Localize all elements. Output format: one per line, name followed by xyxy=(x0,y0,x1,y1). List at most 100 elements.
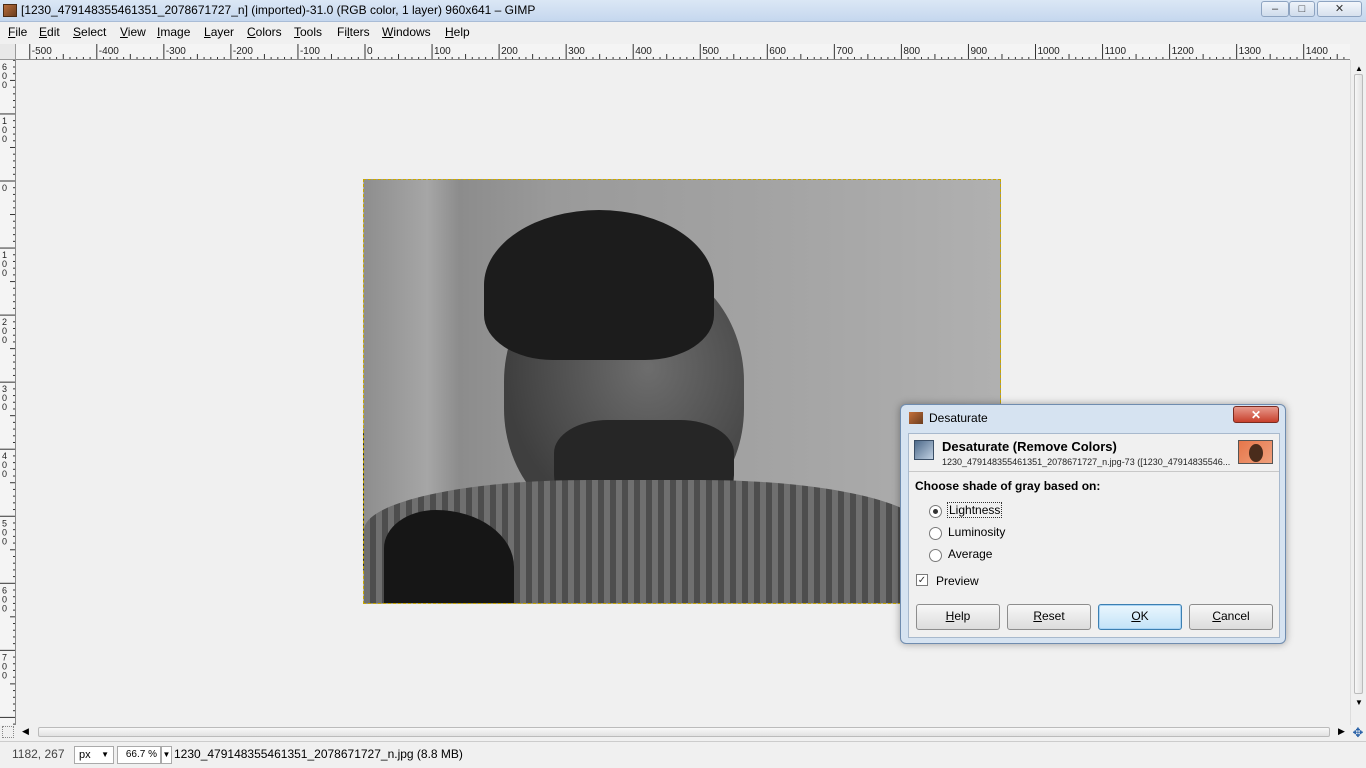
unit-select[interactable]: px ▼ xyxy=(74,746,114,764)
vertical-scrollbar[interactable]: ▲ ▼ xyxy=(1350,60,1366,725)
ruler-label: 0 xyxy=(2,603,7,613)
preview-checkbox[interactable]: ✓ xyxy=(916,574,928,586)
ruler-label: 800 xyxy=(903,46,920,57)
ruler-label: 100 xyxy=(434,46,451,57)
horizontal-ruler-ticks: -500 -400 -300 -200 -100 0 100 200 300 400 500 600 7… xyxy=(29,44,1345,59)
zoom-field[interactable]: 66.7 % xyxy=(117,746,161,764)
dialog-subheading: 1230_479148355461351_2078671727_n.jpg-73… xyxy=(942,457,1231,467)
ruler-label: 900 xyxy=(970,46,987,57)
horizontal-ruler[interactable]: -500 -400 -300 -200 -100 0 100 200 300 400 500 600 7… xyxy=(16,44,1350,60)
menu-label: iew xyxy=(127,25,146,39)
gray-shade-prompt: Choose shade of gray based on: xyxy=(915,479,1101,493)
unit-value: px xyxy=(79,749,91,761)
ok-mnemonic: O xyxy=(1131,609,1141,623)
ruler-label: -300 xyxy=(166,46,186,57)
ok-button[interactable]: OK xyxy=(1098,604,1182,630)
menu-label: mage xyxy=(160,25,191,39)
ruler-label: 1100 xyxy=(1105,46,1127,57)
cancel-label: ancel xyxy=(1220,609,1250,623)
horizontal-scroll-thumb[interactable] xyxy=(38,727,1330,737)
menu-colors[interactable]: Colors xyxy=(247,25,282,39)
menu-select[interactable]: Select xyxy=(73,25,106,39)
scroll-down-arrow-icon[interactable]: ▼ xyxy=(1355,698,1363,707)
ruler-label: 1200 xyxy=(1172,46,1195,57)
menu-mnemonic: C xyxy=(247,25,256,39)
ruler-label: 300 xyxy=(568,46,585,57)
vertical-ruler-ticks: 6001000100200300400500600700 xyxy=(0,60,15,725)
menu-layer[interactable]: Layer xyxy=(204,25,234,39)
menu-bar: File Edit Select View Image Layer Colors Tools F… xyxy=(0,22,1366,44)
menu-mnemonic: L xyxy=(204,25,211,39)
radio-lightness[interactable] xyxy=(929,505,942,518)
dialog-close-button[interactable]: ✕ xyxy=(1233,406,1279,423)
window-close-button[interactable]: ✕ xyxy=(1317,1,1362,17)
menu-label: dit xyxy=(47,25,60,39)
radio-luminosity[interactable] xyxy=(929,527,942,540)
menu-help[interactable]: Help xyxy=(445,25,470,39)
dialog-heading: Desaturate (Remove Colors) xyxy=(942,439,1117,454)
option-label: Lightness xyxy=(946,502,1003,518)
vertical-scroll-thumb[interactable] xyxy=(1354,74,1363,694)
scroll-right-arrow-icon[interactable]: ▶ xyxy=(1338,726,1345,737)
menu-mnemonic: H xyxy=(445,25,454,39)
option-label: Average xyxy=(948,547,993,561)
minimize-button[interactable]: – xyxy=(1261,1,1289,17)
ruler-label: 0 xyxy=(2,670,7,680)
menu-mnemonic: l xyxy=(347,25,350,39)
menu-file[interactable]: File xyxy=(8,25,27,39)
menu-edit[interactable]: Edit xyxy=(39,25,60,39)
help-label: elp xyxy=(954,609,971,623)
menu-mnemonic: W xyxy=(382,25,394,39)
ruler-label: 0 xyxy=(2,268,7,278)
window-title: [1230_479148355461351_2078671727_n] (imp… xyxy=(21,3,536,17)
menu-label: indows xyxy=(393,25,431,39)
vertical-ruler[interactable]: 6001000100200300400500600700 xyxy=(0,60,16,725)
scroll-left-arrow-icon[interactable]: ◀ xyxy=(22,726,29,737)
menu-label: ayer xyxy=(210,25,235,39)
ruler-label: 0 xyxy=(2,469,7,479)
ruler-label: -500 xyxy=(32,46,52,57)
photo-hair xyxy=(484,210,714,360)
help-button[interactable]: Help xyxy=(916,604,1000,630)
cancel-mnemonic: C xyxy=(1212,609,1221,623)
ruler-label: 0 xyxy=(2,183,7,193)
menu-label: ile xyxy=(15,25,28,39)
navigate-icon[interactable]: ✥ xyxy=(1351,726,1365,740)
reset-label: eset xyxy=(1041,609,1065,623)
menu-windows[interactable]: Windows xyxy=(382,25,431,39)
ruler-label: 0 xyxy=(2,536,7,546)
menu-mnemonic: V xyxy=(120,25,128,39)
menu-mnemonic: E xyxy=(39,25,48,39)
ruler-label: 400 xyxy=(635,46,652,57)
menu-label: ools xyxy=(300,25,323,39)
ruler-label: 200 xyxy=(501,46,518,57)
menu-label: elp xyxy=(453,25,470,39)
menu-tools[interactable]: Tools xyxy=(294,25,322,39)
menu-label: olors xyxy=(255,25,282,39)
scroll-up-arrow-icon[interactable]: ▲ xyxy=(1355,64,1363,73)
desaturate-dialog: Desaturate ✕ Desaturate (Remove Colors) … xyxy=(900,404,1286,644)
reset-mnemonic: R xyxy=(1033,609,1042,623)
reset-button[interactable]: Reset xyxy=(1007,604,1091,630)
menu-image[interactable]: Image xyxy=(157,25,190,39)
zoom-dropdown-icon[interactable]: ▼ xyxy=(161,746,172,764)
ruler-label: 0 xyxy=(2,335,7,345)
menu-view[interactable]: View xyxy=(120,25,146,39)
horizontal-scrollbar[interactable]: ◀ ▶ xyxy=(16,725,1350,741)
menu-label: Filters xyxy=(337,25,370,39)
ruler-label: 0 xyxy=(367,46,373,57)
maximize-button[interactable]: □ xyxy=(1289,1,1315,17)
dialog-title: Desaturate xyxy=(929,411,988,425)
menu-filters[interactable]: Filters xyxy=(337,25,370,39)
dialog-app-icon xyxy=(909,412,923,424)
radio-average[interactable] xyxy=(929,549,942,562)
ruler-label: 700 xyxy=(836,46,853,57)
preview-label[interactable]: Preview xyxy=(936,574,979,588)
ruler-label: 1400 xyxy=(1306,46,1329,57)
quick-mask-toggle-icon[interactable] xyxy=(2,726,14,738)
ruler-label: 1300 xyxy=(1239,46,1262,57)
thumbnail-portrait xyxy=(1249,444,1263,462)
chevron-down-icon: ▼ xyxy=(101,750,109,759)
cancel-button[interactable]: Cancel xyxy=(1189,604,1273,630)
ruler-corner-button[interactable] xyxy=(0,44,16,60)
